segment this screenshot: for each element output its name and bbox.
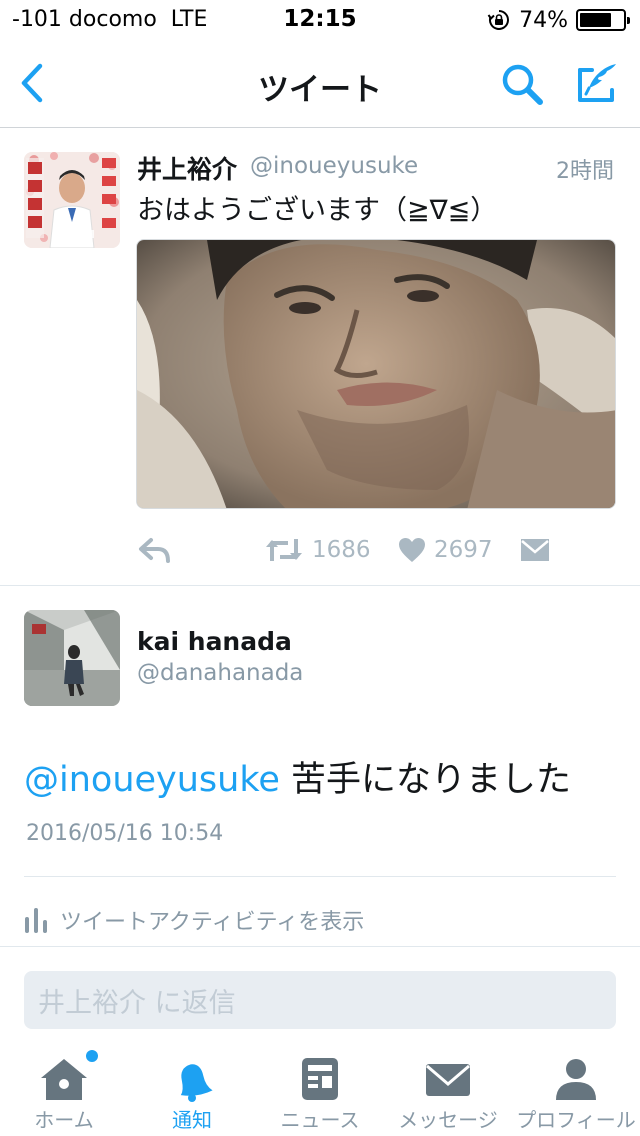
reply-placeholder: 井上裕介 に返信	[38, 987, 236, 1019]
divider	[0, 946, 640, 947]
tab-profile[interactable]: プロフィール	[512, 1046, 640, 1136]
battery-icon	[576, 9, 630, 31]
battery-level-fill	[580, 13, 612, 27]
mention-link[interactable]: @inoueyusuke	[24, 760, 280, 800]
avatar-image	[24, 152, 120, 248]
reply-action[interactable]	[138, 530, 172, 570]
retweet-count: 1686	[312, 537, 371, 563]
search-icon[interactable]	[498, 60, 546, 108]
envelope-icon	[521, 539, 549, 561]
bell-icon	[180, 1064, 213, 1102]
like-action[interactable]: 2697	[398, 530, 493, 570]
retweet-action[interactable]: 1686	[264, 530, 371, 570]
rotation-lock-icon	[487, 10, 510, 30]
author-handle[interactable]: @inoueyusuke	[250, 153, 418, 179]
avatar-image	[24, 610, 120, 706]
analytics-icon	[25, 908, 47, 933]
tweet-text: おはようございます（≧∇≦）	[137, 195, 498, 226]
direct-message-action[interactable]	[520, 530, 550, 570]
battery-percent: 74%	[519, 7, 568, 33]
tab-news[interactable]: ニュース	[256, 1046, 384, 1136]
status-bar: -101 docomo LTE 12:15 74%	[0, 0, 640, 40]
author-handle[interactable]: @danahanada	[137, 660, 303, 686]
tab-home[interactable]: ホーム	[0, 1046, 128, 1136]
person-icon	[556, 1059, 596, 1100]
parent-tweet[interactable]: 井上裕介 @inoueyusuke 2時間 おはようございます（≧∇≦） 168…	[0, 128, 640, 586]
photo-image	[137, 240, 615, 508]
activity-label: ツイートアクティビティを表示	[60, 910, 365, 935]
home-icon	[41, 1059, 87, 1100]
envelope-icon	[426, 1064, 470, 1096]
tab-label: プロフィール	[516, 1108, 636, 1132]
retweet-icon	[266, 539, 302, 561]
avatar[interactable]	[24, 152, 120, 248]
tweet-time: 2時間	[556, 159, 614, 184]
tab-bar: ホーム 通知 ニュース メッセージ プロフィール	[0, 1046, 640, 1136]
tab-label: ホーム	[34, 1108, 94, 1132]
heart-icon	[399, 538, 425, 562]
reply-input[interactable]: 井上裕介 に返信	[24, 971, 616, 1029]
navigation-bar: ツイート	[0, 40, 640, 128]
tweet-text: @inoueyusuke 苦手になりました	[24, 751, 571, 802]
tweet-activity-link[interactable]: ツイートアクティビティを表示	[24, 903, 364, 937]
status-right: 74%	[487, 6, 630, 34]
divider	[24, 876, 616, 877]
compose-tweet-icon[interactable]	[572, 58, 622, 108]
reply-icon	[139, 538, 170, 563]
notification-dot	[86, 1050, 98, 1062]
tweet-actions: 1686 2697	[136, 530, 616, 570]
tweet-body: 苦手になりました	[279, 760, 572, 800]
author-name[interactable]: kai hanada	[137, 627, 292, 656]
avatar[interactable]	[24, 610, 120, 706]
tweet-photo[interactable]	[136, 239, 616, 509]
like-count: 2697	[434, 537, 493, 563]
tab-label: ニュース	[280, 1108, 360, 1132]
news-icon	[302, 1058, 338, 1100]
tweet-timestamp: 2016/05/16 10:54	[26, 821, 224, 846]
tab-label: メッセージ	[398, 1108, 498, 1132]
tab-label: 通知	[172, 1108, 212, 1132]
tab-messages[interactable]: メッセージ	[384, 1046, 512, 1136]
author-name[interactable]: 井上裕介	[137, 150, 237, 186]
tab-notifications[interactable]: 通知	[128, 1046, 256, 1136]
